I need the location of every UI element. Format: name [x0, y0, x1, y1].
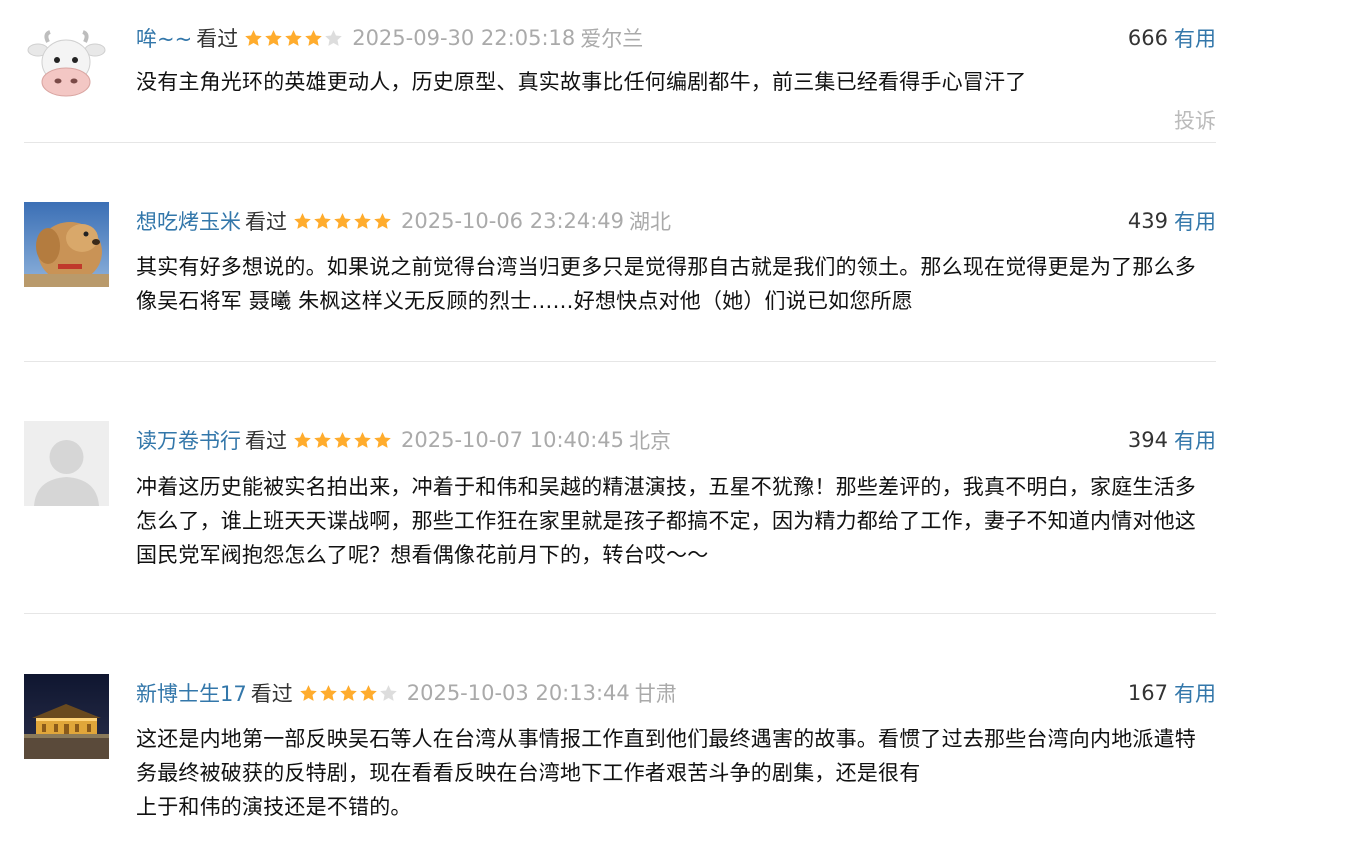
star-filled-icon	[293, 212, 312, 231]
review-location: 甘肃	[634, 682, 677, 706]
useful-button[interactable]: 有用	[1174, 425, 1216, 455]
star-filled-icon	[313, 431, 332, 450]
review-item: 读万卷书行 看过 2025-10-07 10:40:45 北京 394 有用 冲…	[24, 421, 1216, 584]
vote-count: 394	[1127, 428, 1168, 452]
star-filled-icon	[353, 212, 372, 231]
review-time: 2025-10-07 10:40:45	[401, 428, 625, 452]
avatar[interactable]	[24, 674, 109, 759]
night-palace-photo-avatar-icon	[24, 674, 109, 759]
avatar[interactable]	[24, 202, 109, 287]
review-meta: 哞~~ 看过 2025-09-30 22:05:18 爱尔兰	[136, 22, 643, 54]
review-content-text: 这还是内地第一部反映吴石等人在台湾从事情报工作直到他们最终遇害的故事。看惯了过去…	[136, 727, 1196, 785]
dog-photo-avatar-icon	[24, 202, 109, 287]
watch-status: 看过	[196, 27, 239, 51]
username-link[interactable]: 哞~~	[136, 23, 192, 53]
avatar[interactable]	[24, 28, 109, 113]
username-link[interactable]: 想吃烤玉米	[136, 206, 241, 236]
watch-status: 看过	[250, 682, 293, 706]
report-link[interactable]: 投诉	[1174, 105, 1216, 135]
star-empty-icon	[379, 684, 398, 703]
watch-status: 看过	[245, 429, 287, 453]
review-time: 2025-10-03 20:13:44	[406, 681, 630, 705]
review-item: 新博士生17 看过 2025-10-03 20:13:44 甘肃 167 有用 …	[24, 674, 1367, 837]
star-filled-icon	[244, 29, 263, 48]
review-meta: 想吃烤玉米 看过 2025-10-06 23:24:49 湖北	[136, 205, 671, 237]
star-filled-icon	[353, 431, 372, 450]
review-location: 北京	[629, 429, 672, 453]
review-time: 2025-10-06 23:24:49	[401, 209, 625, 233]
star-filled-icon	[339, 684, 358, 703]
username-link[interactable]: 新博士生17	[136, 678, 247, 708]
star-filled-icon	[293, 431, 312, 450]
star-filled-icon	[319, 684, 338, 703]
rating-stars	[244, 29, 344, 48]
review-meta: 读万卷书行 看过 2025-10-07 10:40:45 北京	[136, 424, 671, 456]
useful-button[interactable]: 有用	[1174, 678, 1216, 708]
star-empty-icon	[324, 29, 343, 48]
star-filled-icon	[304, 29, 323, 48]
divider	[24, 142, 1216, 143]
review-item: 哞~~ 看过 2025-09-30 22:05:18 爱尔兰 666 有用 没有…	[24, 22, 1216, 134]
watch-status: 看过	[245, 210, 287, 234]
username-link[interactable]: 读万卷书行	[136, 425, 241, 455]
divider	[24, 361, 1216, 362]
review-item: 想吃烤玉米 看过 2025-10-06 23:24:49 湖北 439 有用 其…	[24, 202, 1216, 325]
default-user-avatar-icon	[24, 421, 109, 506]
rating-stars	[293, 212, 393, 231]
review-location: 湖北	[629, 210, 672, 234]
review-time: 2025-09-30 22:05:18	[352, 26, 576, 50]
star-filled-icon	[264, 29, 283, 48]
review-content: 冲着这历史能被实名拍出来，冲着于和伟和吴越的精湛演技，五星不犹豫！那些差评的，我…	[136, 475, 1196, 567]
useful-button[interactable]: 有用	[1174, 206, 1216, 236]
content-fade-overlay	[1156, 756, 1367, 790]
rating-stars	[299, 684, 399, 703]
vote-area: 167 有用	[1128, 677, 1216, 709]
star-filled-icon	[373, 431, 392, 450]
star-filled-icon	[299, 684, 318, 703]
rating-stars	[293, 431, 393, 450]
vote-count: 167	[1127, 681, 1168, 705]
star-filled-icon	[313, 212, 332, 231]
vote-area: 394 有用	[1128, 424, 1216, 456]
review-location: 爱尔兰	[580, 27, 644, 51]
cow-emoji-avatar-icon	[24, 28, 109, 113]
vote-area: 439 有用	[1128, 205, 1216, 237]
review-content-tail: 上于和伟的演技还是不错的。	[136, 795, 412, 819]
review-content: 其实有好多想说的。如果说之前觉得台湾当归更多只是觉得那自古就是我们的领土。那么现…	[136, 255, 1196, 313]
review-content: 没有主角光环的英雄更动人，历史原型、真实故事比任何编剧都牛，前三集已经看得手心冒…	[136, 70, 1027, 94]
review-content: 这还是内地第一部反映吴石等人在台湾从事情报工作直到他们最终遇害的故事。看惯了过去…	[136, 722, 1367, 824]
vote-count: 439	[1127, 209, 1168, 233]
star-filled-icon	[373, 212, 392, 231]
avatar[interactable]	[24, 421, 109, 506]
divider	[24, 613, 1216, 614]
review-meta: 新博士生17 看过 2025-10-03 20:13:44 甘肃	[136, 677, 677, 709]
vote-count: 666	[1127, 26, 1168, 50]
star-filled-icon	[284, 29, 303, 48]
useful-button[interactable]: 有用	[1174, 23, 1216, 53]
vote-area: 666 有用	[1128, 22, 1216, 54]
star-filled-icon	[333, 431, 352, 450]
star-filled-icon	[359, 684, 378, 703]
star-filled-icon	[333, 212, 352, 231]
